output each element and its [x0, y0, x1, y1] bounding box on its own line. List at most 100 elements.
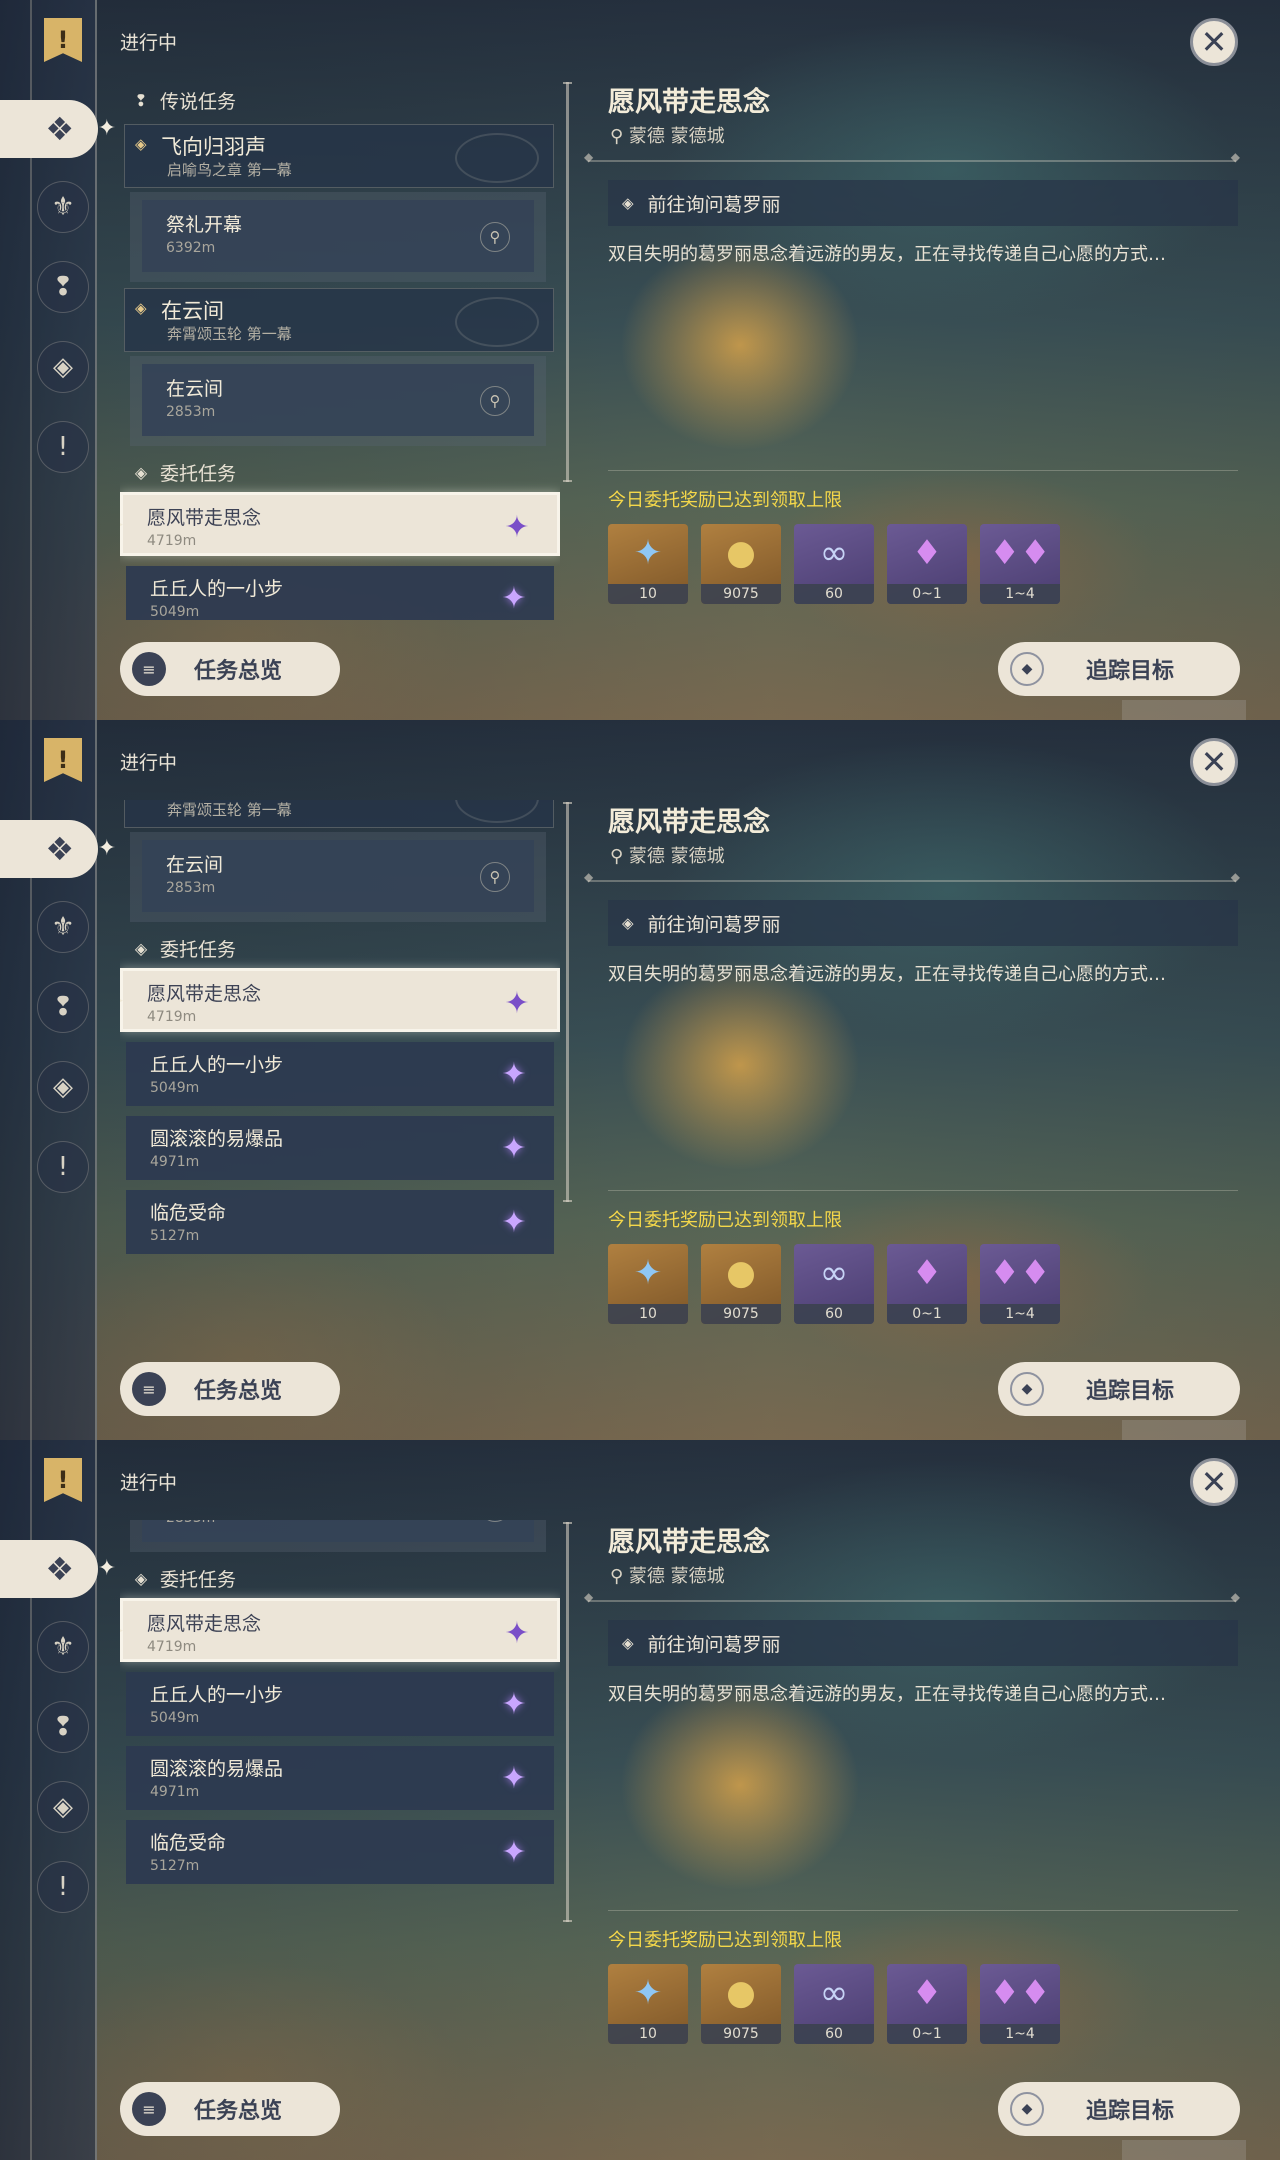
reward-item[interactable]: ✦ 10 — [608, 524, 688, 604]
commission-item[interactable]: 丘丘人的一小步 5049m ✦ — [126, 1672, 554, 1736]
close-button[interactable]: ✕ — [1190, 738, 1238, 786]
quest-list: 2853m ⚲ ◈委托任务 ▶ 愿风带走思念 4719m ✦ 丘丘人的一小步 5… — [120, 1520, 560, 2060]
track-diamond-icon: ◆ — [1010, 1372, 1044, 1406]
objective-diamond-icon: ◈ — [622, 194, 634, 212]
quest-panel-2: ! ❖ ✦ ⚜ ❢ ◈ ! 进行中 ✕ 奔霄颂玉轮 第一幕 在云间 2853m ⚲… — [0, 720, 1280, 1440]
location-pin-icon: ⚲ — [480, 222, 510, 252]
location-pin-icon: ⚲ — [480, 1520, 510, 1522]
map-pin-icon: ⚲ — [610, 126, 629, 147]
quest-overview-button[interactable]: ≡ 任务总览 — [120, 1362, 340, 1416]
commission-star-icon: ✦ — [501, 1686, 527, 1722]
sub-quest-item[interactable]: 祭礼开幕 6392m ⚲ — [142, 200, 534, 272]
reward-list: ✦ 10 ● 9075 ∞ 60 ♦ 0~1 ♦♦ 1~4 — [608, 1964, 1060, 2044]
mora-icon: ● — [726, 533, 756, 573]
emblem-icon — [455, 297, 539, 347]
divider — [584, 150, 1240, 164]
close-button[interactable]: ✕ — [1190, 1458, 1238, 1506]
commission-star-icon: ✦ — [504, 1615, 530, 1651]
reward-item[interactable]: ● 9075 — [701, 1964, 781, 2044]
reward-item[interactable]: ∞ 60 — [794, 1964, 874, 2044]
commission-section-icon: ◈ — [134, 462, 148, 482]
track-diamond-icon: ◆ — [1010, 652, 1044, 686]
reward-item[interactable]: ✦ 10 — [608, 1244, 688, 1324]
reward-item[interactable]: ♦♦ 1~4 — [980, 524, 1060, 604]
sub-quest-frame: 在云间 2853m ⚲ — [130, 356, 546, 446]
status-label: 进行中 — [120, 1472, 178, 1494]
quest-description: 双目失明的葛罗丽思念着远游的男友，正在寻找传递自己心愿的方式… — [608, 244, 1166, 265]
map-pin-icon: ⚲ — [610, 1566, 629, 1587]
status-label: 进行中 — [120, 32, 178, 54]
commission-item[interactable]: 丘丘人的一小步 5049m ✦ — [126, 566, 554, 620]
quest-objective: ◈ 前往询问葛罗丽 — [608, 900, 1238, 946]
primogem-icon: ✦ — [633, 1253, 663, 1293]
close-button[interactable]: ✕ — [1190, 18, 1238, 66]
quest-group-header[interactable]: ◈ 飞向归羽声 启喻鸟之章 第一幕 — [124, 124, 554, 188]
divider — [584, 1590, 1240, 1604]
bottom-strip — [1122, 1420, 1246, 1440]
overview-icon: ≡ — [132, 2092, 166, 2126]
sub-quest-item[interactable]: 在云间 2853m ⚲ — [142, 364, 534, 436]
fate-icon: ∞ — [819, 1253, 849, 1293]
reward-item[interactable]: ♦♦ 1~4 — [980, 1964, 1060, 2044]
sub-quest-item[interactable]: 在云间 2853m ⚲ — [142, 840, 534, 912]
quest-group-header[interactable]: 奔霄颂玉轮 第一幕 — [124, 800, 554, 828]
reward-item[interactable]: ∞ 60 — [794, 524, 874, 604]
track-button[interactable]: ◆ 追踪目标 — [998, 2082, 1240, 2136]
reward-item[interactable]: ✦ 10 — [608, 1964, 688, 2044]
crystal-large-icon: ♦♦ — [989, 1253, 1051, 1293]
crystal-small-icon: ♦ — [911, 533, 943, 573]
quest-overview-button[interactable]: ≡ 任务总览 — [120, 642, 340, 696]
commission-star-icon: ✦ — [501, 1204, 527, 1240]
primogem-icon: ✦ — [633, 533, 663, 573]
commission-item[interactable]: ▶ 愿风带走思念 4719m ✦ — [120, 968, 560, 1032]
quest-location: ⚲ 蒙德 蒙德城 — [610, 126, 725, 147]
section-commission: ◈ 委托任务 — [120, 1558, 560, 1598]
selected-arrow-icon: ▶ — [120, 517, 123, 532]
selected-arrow-icon: ▶ — [120, 1623, 123, 1638]
fate-icon: ∞ — [819, 1973, 849, 2013]
scrollbar[interactable] — [563, 1522, 572, 1922]
reward-item[interactable]: ∞ 60 — [794, 1244, 874, 1324]
commission-item[interactable]: 圆滚滚的易爆品 4971m ✦ — [126, 1746, 554, 1810]
quest-group-header[interactable]: ◈ 在云间 奔霄颂玉轮 第一幕 — [124, 288, 554, 352]
scrollbar[interactable] — [563, 82, 572, 482]
track-button[interactable]: ◆ 追踪目标 — [998, 1362, 1240, 1416]
primogem-icon: ✦ — [633, 1973, 663, 2013]
section-commission: ◈ 委托任务 — [120, 452, 560, 492]
quest-description: 双目失明的葛罗丽思念着远游的男友，正在寻找传递自己心愿的方式… — [608, 1684, 1166, 1705]
quest-objective: ◈ 前往询问葛罗丽 — [608, 1620, 1238, 1666]
scrollbar[interactable] — [563, 802, 572, 1202]
reward-limit-note: 今日委托奖励已达到领取上限 — [608, 1930, 842, 1951]
commission-star-icon: ✦ — [501, 1760, 527, 1796]
divider — [608, 1910, 1238, 1911]
commission-item[interactable]: ▶ 愿风带走思念 4719m ✦ — [120, 492, 560, 556]
track-button[interactable]: ◆ 追踪目标 — [998, 642, 1240, 696]
sub-quest-item[interactable]: 2853m ⚲ — [142, 1520, 534, 1542]
crystal-small-icon: ♦ — [911, 1973, 943, 2013]
quest-overview-button[interactable]: ≡ 任务总览 — [120, 2082, 340, 2136]
quest-title: 愿风带走思念 — [608, 87, 770, 118]
emblem-icon — [455, 133, 539, 183]
commission-star-icon: ✦ — [504, 509, 530, 545]
reward-item[interactable]: ♦ 0~1 — [887, 1964, 967, 2044]
commission-item[interactable]: 临危受命 5127m ✦ — [126, 1190, 554, 1254]
quest-title: 愿风带走思念 — [608, 1527, 770, 1558]
quest-description: 双目失明的葛罗丽思念着远游的男友，正在寻找传递自己心愿的方式… — [608, 964, 1166, 985]
track-diamond-icon: ◆ — [1010, 2092, 1044, 2126]
quest-location: ⚲ 蒙德 蒙德城 — [610, 1566, 725, 1587]
commission-item[interactable]: 圆滚滚的易爆品 4971m ✦ — [126, 1116, 554, 1180]
reward-item[interactable]: ● 9075 — [701, 524, 781, 604]
mora-icon: ● — [726, 1973, 756, 2013]
commission-item[interactable]: ▶ 愿风带走思念 4719m ✦ — [120, 1598, 560, 1662]
divider — [608, 1190, 1238, 1191]
commission-item[interactable]: 临危受命 5127m ✦ — [126, 1820, 554, 1884]
reward-item[interactable]: ● 9075 — [701, 1244, 781, 1324]
reward-item[interactable]: ♦♦ 1~4 — [980, 1244, 1060, 1324]
commission-item[interactable]: 丘丘人的一小步 5049m ✦ — [126, 1042, 554, 1106]
quest-location: ⚲ 蒙德 蒙德城 — [610, 846, 725, 867]
crystal-large-icon: ♦♦ — [989, 533, 1051, 573]
reward-item[interactable]: ♦ 0~1 — [887, 524, 967, 604]
overview-icon: ≡ — [132, 652, 166, 686]
reward-item[interactable]: ♦ 0~1 — [887, 1244, 967, 1324]
quest-panel-3: ! ❖✦ ⚜ ❢ ◈ ! 进行中 ✕ 2853m ⚲ ◈委托任务 ▶ 愿风带走思… — [0, 1440, 1280, 2160]
